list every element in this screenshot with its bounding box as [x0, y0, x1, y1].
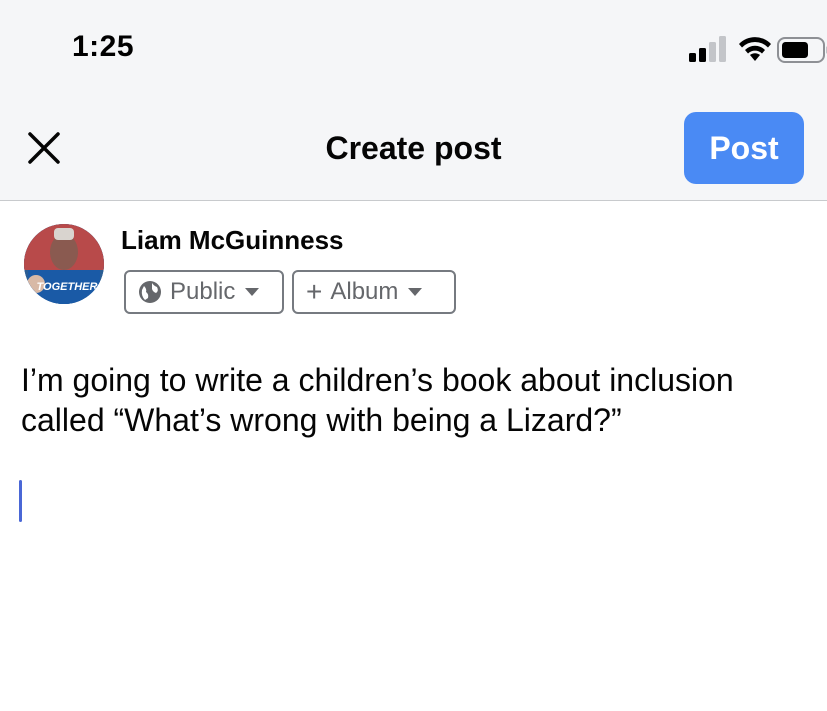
- globe-icon: [139, 281, 161, 303]
- top-bar: 1:25 Create post Post: [0, 0, 827, 201]
- wifi-icon: [739, 37, 771, 61]
- chevron-down-icon: [408, 288, 423, 296]
- plus-icon: +: [306, 276, 323, 307]
- album-label: Album: [330, 278, 399, 305]
- audience-selector[interactable]: Public: [124, 270, 284, 314]
- author-name[interactable]: Liam McGuinness: [121, 224, 344, 256]
- post-button[interactable]: Post: [684, 112, 804, 184]
- avatar-text: TOGETHER: [37, 281, 98, 293]
- avatar[interactable]: TOGETHER: [24, 224, 104, 304]
- album-selector[interactable]: + Album: [292, 270, 456, 314]
- text-cursor: [19, 480, 22, 522]
- avatar-image: TOGETHER: [24, 224, 104, 304]
- cellular-signal-icon: [689, 36, 726, 62]
- chevron-down-icon: [245, 288, 260, 296]
- battery-icon: [777, 37, 827, 63]
- audience-label: Public: [170, 278, 236, 305]
- create-post-screen: 1:25 Create post Post TOGETHER Liam McGu…: [0, 0, 827, 711]
- status-time: 1:25: [72, 30, 135, 63]
- post-text-input[interactable]: I’m going to write a children’s book abo…: [21, 360, 811, 440]
